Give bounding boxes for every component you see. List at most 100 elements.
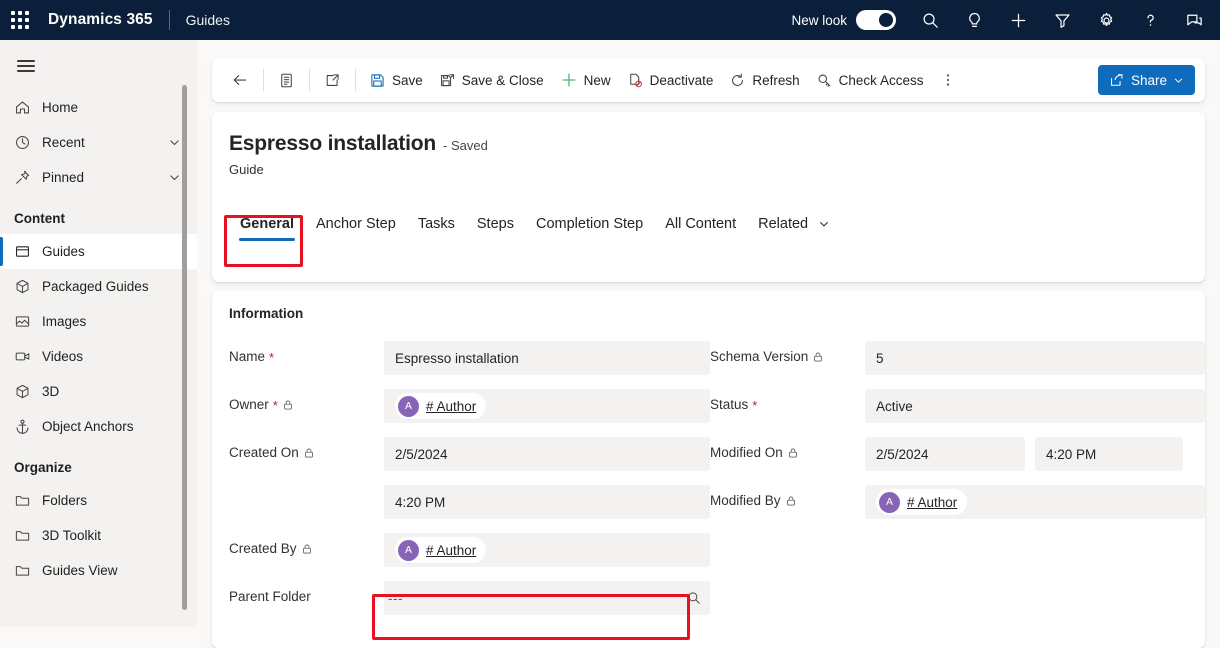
form-selector-icon[interactable] [269, 64, 304, 96]
save-and-close-button[interactable]: Save & Close [431, 64, 552, 96]
modified-by-label: Modified By [710, 493, 781, 508]
filter-icon[interactable] [1040, 0, 1084, 40]
tab-related[interactable]: Related [747, 216, 841, 243]
app-name-label[interactable]: Guides [186, 12, 230, 28]
new-look-toggle[interactable] [856, 10, 896, 30]
search-icon[interactable] [908, 0, 952, 40]
sidebar-scrollbar-thumb[interactable] [182, 85, 187, 610]
new-button[interactable]: New [552, 64, 619, 96]
sidebar-item-3d[interactable]: 3D [0, 374, 197, 409]
tab-completion-step[interactable]: Completion Step [525, 216, 654, 243]
video-icon [14, 348, 42, 365]
form-field-created-by: Created By A # Author [212, 533, 710, 567]
created-by-value-link[interactable]: # Author [426, 543, 476, 558]
sidebar-item-pinned[interactable]: Pinned [0, 160, 197, 195]
modified-by-input[interactable]: A # Author [865, 485, 1205, 519]
sidebar-group-title-organize: Organize [0, 444, 197, 483]
field-label: Owner * [229, 389, 384, 412]
field-label: Created By [229, 533, 384, 556]
sidebar-item-3d-toolkit[interactable]: 3D Toolkit [0, 518, 197, 553]
sidebar-item-packaged-guides[interactable]: Packaged Guides [0, 269, 197, 304]
sidebar-item-home[interactable]: Home [0, 90, 197, 125]
tab-general[interactable]: General [229, 216, 305, 243]
field-label: Parent Folder [229, 581, 384, 604]
sidebar-scrollbar[interactable] [180, 40, 189, 627]
modified-on-date-input[interactable]: 2/5/2024 [865, 437, 1025, 471]
status-label: Status [710, 397, 748, 412]
field-value-wrap: A # Author [384, 389, 710, 423]
tab-anchor-step[interactable]: Anchor Step [305, 216, 407, 243]
schema-version-value: 5 [876, 351, 884, 366]
required-asterisk: * [269, 351, 274, 364]
cube-icon [14, 383, 42, 400]
tab-all-content[interactable]: All Content [654, 216, 747, 243]
plus-icon[interactable] [996, 0, 1040, 40]
pin-icon [14, 169, 42, 186]
owner-person-pill[interactable]: A # Author [395, 393, 486, 419]
owner-value-link[interactable]: # Author [426, 399, 476, 414]
left-sidebar: Home Recent Pinned Content [0, 40, 197, 627]
more-commands-button[interactable] [931, 64, 965, 96]
image-icon [14, 313, 42, 330]
parent-folder-label: Parent Folder [229, 589, 311, 604]
refresh-button[interactable]: Refresh [721, 64, 807, 96]
schema-version-input[interactable]: 5 [865, 341, 1205, 375]
created-by-person-pill[interactable]: A # Author [395, 537, 486, 563]
sidebar-item-videos[interactable]: Videos [0, 339, 197, 374]
share-icon [1109, 72, 1125, 88]
owner-input[interactable]: A # Author [384, 389, 710, 423]
created-on-time-input[interactable]: 4:20 PM [384, 485, 710, 519]
form-row: 4:20 PM Modified By [212, 485, 1205, 533]
clock-icon [14, 134, 42, 151]
status-input[interactable]: Active [865, 389, 1205, 423]
field-value-wrap: Espresso installation [384, 341, 710, 375]
form-tab-list: General Anchor Step Tasks Steps Completi… [229, 199, 1205, 243]
question-icon[interactable] [1128, 0, 1172, 40]
popout-glyph [324, 72, 341, 89]
home-icon [14, 99, 42, 116]
lightbulb-icon[interactable] [952, 0, 996, 40]
created-on-date-input[interactable]: 2/5/2024 [384, 437, 710, 471]
save-button[interactable]: Save [361, 64, 431, 96]
form-field-grid: Name * Espresso installation Schema Vers… [212, 341, 1205, 629]
modified-by-value-link[interactable]: # Author [907, 495, 957, 510]
name-label: Name [229, 349, 265, 364]
sidebar-item-images[interactable]: Images [0, 304, 197, 339]
feedback-icon[interactable] [1172, 0, 1216, 40]
deactivate-button[interactable]: Deactivate [619, 64, 722, 96]
command-divider [263, 69, 264, 91]
modified-on-time-input[interactable]: 4:20 PM [1035, 437, 1183, 471]
gear-icon[interactable] [1084, 0, 1128, 40]
share-button[interactable]: Share [1098, 65, 1195, 95]
tab-steps[interactable]: Steps [466, 216, 525, 243]
sidebar-item-label: Guides [42, 244, 85, 259]
sidebar-item-label: 3D Toolkit [42, 528, 101, 543]
form-field-modified-by: Modified By A # Author [710, 485, 1205, 519]
check-access-label: Check Access [839, 73, 924, 88]
sidebar-item-label: Home [42, 100, 78, 115]
open-in-new-window-icon[interactable] [315, 64, 350, 96]
search-icon[interactable] [686, 590, 702, 606]
name-input[interactable]: Espresso installation [384, 341, 710, 375]
check-access-button[interactable]: Check Access [808, 64, 932, 96]
parent-folder-input[interactable]: --- [384, 581, 710, 615]
sidebar-item-guides[interactable]: Guides [0, 234, 197, 269]
sidebar-item-guides-view[interactable]: Guides View [0, 553, 197, 588]
sidebar-item-folders[interactable]: Folders [0, 483, 197, 518]
tab-tasks[interactable]: Tasks [407, 216, 466, 243]
created-by-input[interactable]: A # Author [384, 533, 710, 567]
deactivate-icon [627, 72, 644, 89]
back-arrow-icon[interactable] [222, 64, 258, 96]
sidebar-item-recent[interactable]: Recent [0, 125, 197, 160]
plus-icon [560, 71, 578, 89]
nav-divider [169, 10, 170, 30]
sidebar-item-label: Packaged Guides [42, 279, 149, 294]
field-value-wrap: Active [865, 389, 1205, 423]
sidebar-item-object-anchors[interactable]: Object Anchors [0, 409, 197, 444]
modified-on-date-value: 2/5/2024 [876, 447, 929, 462]
hamburger-menu-icon[interactable] [4, 46, 48, 86]
app-launcher-waffle-icon[interactable] [0, 0, 40, 40]
form-row: Owner * A # Auth [212, 389, 1205, 437]
modified-by-person-pill[interactable]: A # Author [876, 489, 967, 515]
created-by-label: Created By [229, 541, 297, 556]
